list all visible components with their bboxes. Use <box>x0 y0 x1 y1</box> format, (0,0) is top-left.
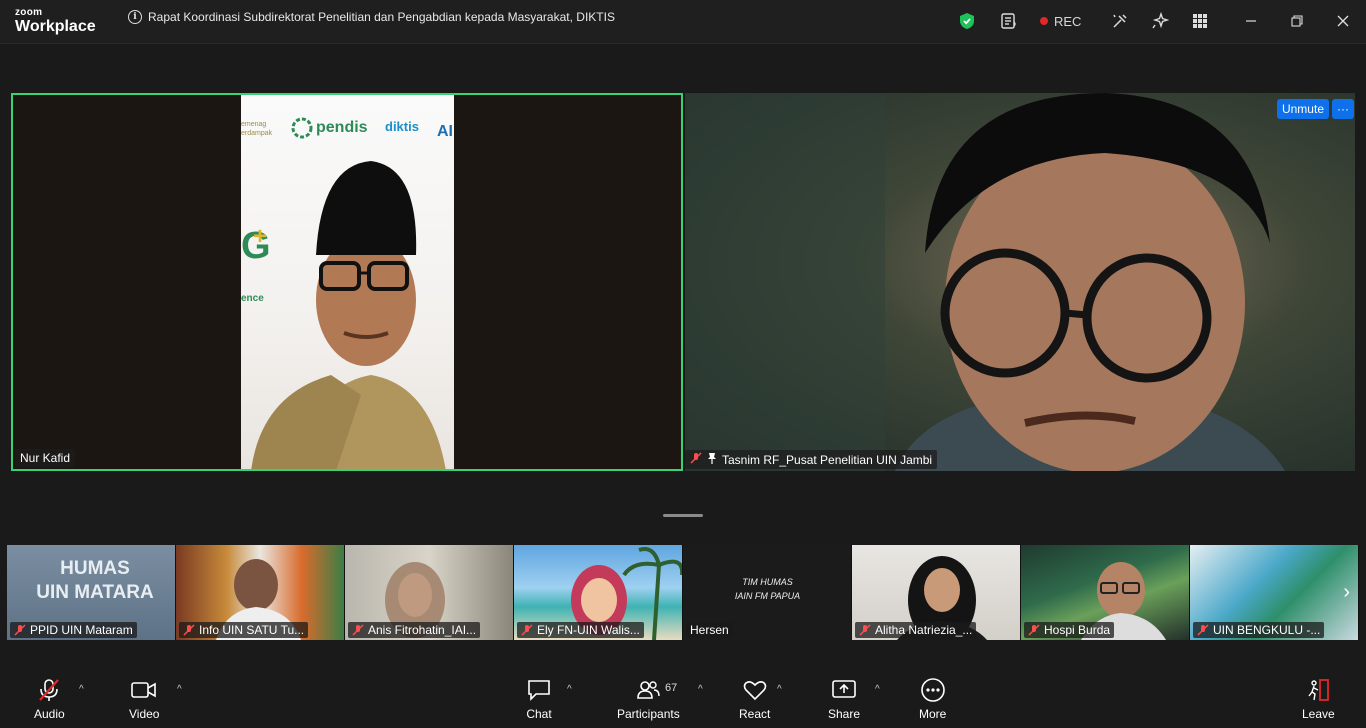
participants-label: Participants <box>617 707 680 721</box>
share-label: Share <box>828 707 861 721</box>
meeting-title: Rapat Koordinasi Subdirektorat Penelitia… <box>148 10 615 24</box>
react-button[interactable]: React <box>739 678 770 721</box>
meeting-info[interactable]: i Rapat Koordinasi Subdirektorat Penelit… <box>128 10 615 24</box>
gallery-tile[interactable]: Info UIN SATU Tu... <box>176 545 345 640</box>
more-button[interactable]: More <box>919 678 946 721</box>
close-icon[interactable] <box>1334 10 1352 32</box>
gallery-tile[interactable]: Ely FN-UIN Walis... <box>514 545 683 640</box>
gallery-tile[interactable]: TIM HUMAS IAIN FM PAPUA Hersen <box>683 545 852 640</box>
react-options-chevron-icon[interactable]: ^ <box>777 684 782 695</box>
participant-name-tag: UIN BENGKULU -... <box>1193 622 1325 638</box>
participant-name: Nur Kafid <box>20 451 71 465</box>
participant-name-tag: Hospi Burda <box>1024 622 1115 638</box>
participant-name: Anis Fitrohatin_IAI... <box>368 623 477 637</box>
chat-options-chevron-icon[interactable]: ^ <box>567 684 572 695</box>
restore-icon[interactable] <box>1288 10 1306 32</box>
participant-portrait <box>685 93 1285 471</box>
participant-name: Alitha Natriezia_... <box>875 623 973 637</box>
zoom-logo: zoom Workplace <box>15 8 96 35</box>
leave-label: Leave <box>1302 707 1335 721</box>
mic-muted-icon <box>690 452 702 467</box>
captions-icon[interactable] <box>999 10 1019 32</box>
apps-grid-icon[interactable] <box>1190 10 1210 32</box>
heart-icon <box>743 681 766 701</box>
participant-name: Hospi Burda <box>1044 623 1111 637</box>
tile-overlay-text: HUMAS UIN MATARA <box>36 558 154 603</box>
participant-name: Tasnim RF_Pusat Penelitian UIN Jambi <box>722 452 933 467</box>
mic-muted-icon <box>1028 624 1040 636</box>
mic-muted-icon <box>859 624 871 636</box>
video-camera-icon <box>131 682 157 698</box>
participant-name-tag: Nur Kafid <box>15 449 76 467</box>
leave-door-icon <box>1308 679 1330 701</box>
audio-button[interactable]: Audio <box>34 678 65 721</box>
pin-icon <box>707 452 717 467</box>
participant-name-tag: Ely FN-UIN Walis... <box>517 622 644 638</box>
video-button[interactable]: Video <box>129 678 159 721</box>
gallery-strip: HUMAS UIN MATARA PPID UIN Mataram Info U… <box>7 545 1359 640</box>
mic-muted-icon <box>14 624 26 636</box>
participant-name-tag: Alitha Natriezia_... <box>855 622 977 638</box>
title-bar: zoom Workplace i Rapat Koordinasi Subdir… <box>0 0 1366 44</box>
recording-indicator[interactable]: REC <box>1040 10 1081 32</box>
gallery-tile[interactable]: Alitha Natriezia_... <box>852 545 1021 640</box>
leave-button[interactable]: Leave <box>1302 678 1335 721</box>
gallery-tile[interactable]: HUMAS UIN MATARA PPID UIN Mataram <box>7 545 176 640</box>
participant-name-tag: Anis Fitrohatin_IAI... <box>348 622 481 638</box>
participant-name: Ely FN-UIN Walis... <box>537 623 640 637</box>
video-feed: emenag erdampak pendis diktis AI G + enc… <box>241 95 454 469</box>
audio-options-chevron-icon[interactable]: ^ <box>79 684 84 695</box>
info-icon[interactable]: i <box>128 10 142 24</box>
gallery-next-arrow-icon[interactable]: › <box>1343 581 1350 604</box>
ai-companion-icon[interactable] <box>1150 10 1170 32</box>
mic-muted-icon <box>352 624 364 636</box>
participant-name-tag: Info UIN SATU Tu... <box>179 622 309 638</box>
participant-name-tag: Tasnim RF_Pusat Penelitian UIN Jambi <box>685 450 938 469</box>
chat-bubble-icon <box>528 680 550 701</box>
encryption-shield-icon[interactable] <box>958 10 976 32</box>
minimize-icon[interactable] <box>1242 10 1260 32</box>
participant-name: UIN BENGKULU -... <box>1213 623 1321 637</box>
gallery-tile[interactable]: Anis Fitrohatin_IAI... <box>345 545 514 640</box>
gallery-tile[interactable]: UIN BENGKULU -... › <box>1190 545 1359 640</box>
share-button[interactable]: Share <box>828 678 860 721</box>
rec-label: REC <box>1054 13 1082 29</box>
participants-count: 67 <box>665 682 678 694</box>
gallery-tile[interactable]: Hospi Burda <box>1021 545 1190 640</box>
brand-small: zoom <box>15 7 43 18</box>
more-ellipsis-icon <box>920 678 945 702</box>
annotate-icon[interactable] <box>1110 10 1130 32</box>
mic-muted-icon <box>183 624 195 636</box>
brand-large: Workplace <box>15 18 96 35</box>
share-options-chevron-icon[interactable]: ^ <box>875 684 880 695</box>
mic-muted-icon <box>521 624 533 636</box>
unmute-button[interactable]: Unmute <box>1276 99 1329 119</box>
resize-handle[interactable] <box>663 514 703 517</box>
more-label: More <box>919 707 947 721</box>
participants-icon <box>637 681 661 699</box>
mic-muted-icon <box>1197 624 1209 636</box>
participant-name: Hersen <box>690 623 729 637</box>
chat-label: Chat <box>526 707 552 721</box>
tile-overlay-text: TIM HUMAS IAIN FM PAPUA <box>734 577 801 601</box>
record-dot-icon <box>1040 17 1048 25</box>
chat-button[interactable]: Chat <box>526 678 552 721</box>
video-options-chevron-icon[interactable]: ^ <box>177 684 182 695</box>
share-screen-icon <box>832 680 856 698</box>
audio-label: Audio <box>34 707 65 721</box>
participant-name-tag: PPID UIN Mataram <box>10 622 137 638</box>
participant-portrait <box>251 161 446 469</box>
meeting-toolbar: Audio ^ Video ^ Chat ^ Participants 67 ^… <box>0 668 1366 728</box>
mic-muted-icon <box>39 679 60 701</box>
video-label: Video <box>129 707 160 721</box>
video-tile-speaker[interactable]: emenag erdampak pendis diktis AI G + enc… <box>11 93 683 471</box>
react-label: React <box>739 707 771 721</box>
participant-name: Info UIN SATU Tu... <box>199 623 305 637</box>
participant-name-tag: Hersen <box>686 622 733 638</box>
video-tile-pinned[interactable]: Unmute ··· Tasnim RF_Pusat Penelitian UI… <box>685 93 1355 471</box>
tile-more-button[interactable]: ··· <box>1332 99 1354 119</box>
participant-name: PPID UIN Mataram <box>30 623 133 637</box>
participants-options-chevron-icon[interactable]: ^ <box>698 684 703 695</box>
